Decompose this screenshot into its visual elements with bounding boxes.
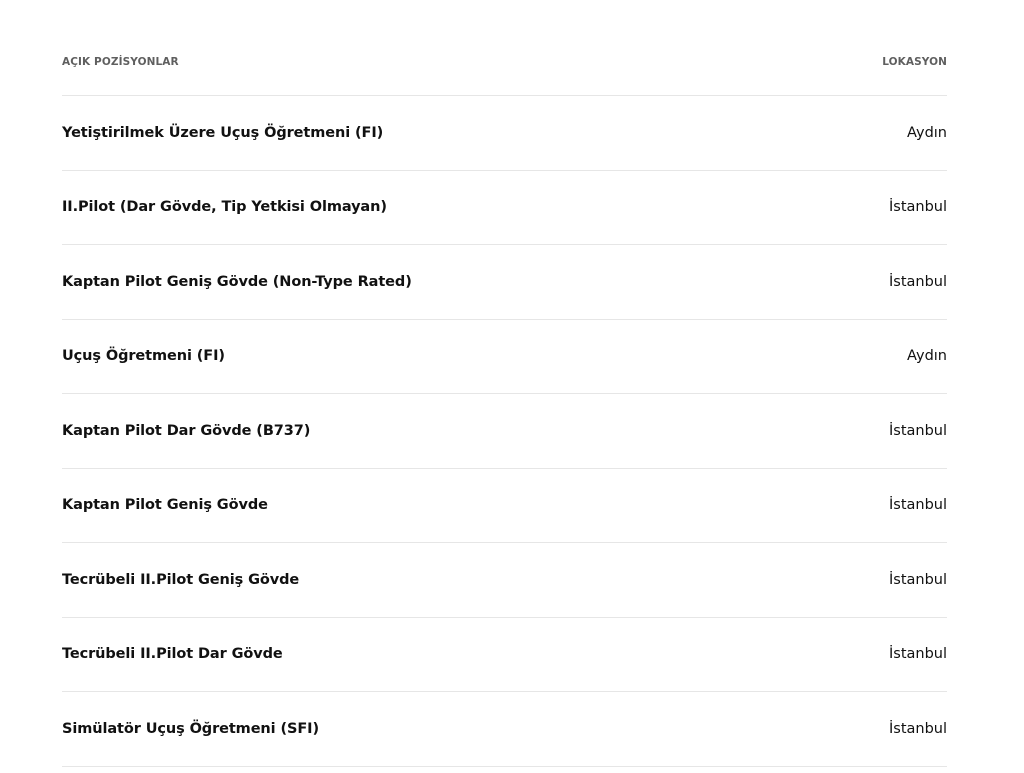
position-row[interactable]: II.Pilot (Dar Gövde, Tip Yetkisi Olmayan… <box>62 171 947 245</box>
positions-column-header: AÇIK POZİSYONLAR <box>62 56 179 68</box>
position-title[interactable]: Tecrübeli II.Pilot Dar Gövde <box>62 646 283 662</box>
location-column-header: LOKASYON <box>882 56 947 68</box>
position-location: İstanbul <box>888 199 947 216</box>
position-location: Aydın <box>907 124 947 141</box>
position-location: İstanbul <box>888 646 947 663</box>
position-location: İstanbul <box>888 720 947 737</box>
position-row[interactable]: Kaptan Pilot Dar Gövde (B737) İstanbul <box>62 394 947 469</box>
position-title[interactable]: Tecrübeli II.Pilot Geniş Gövde <box>62 572 299 588</box>
position-title[interactable]: II.Pilot (Dar Gövde, Tip Yetkisi Olmayan… <box>62 199 387 215</box>
position-title[interactable]: Kaptan Pilot Geniş Gövde <box>62 497 268 513</box>
position-location: Aydın <box>907 348 947 365</box>
position-row[interactable]: Kaptan Pilot Geniş Gövde İstanbul <box>62 469 947 543</box>
position-row[interactable]: Yetiştirilmek Üzere Uçuş Öğretmeni (FI) … <box>62 96 947 171</box>
position-row[interactable]: Tecrübeli II.Pilot Geniş Gövde İstanbul <box>62 543 947 618</box>
open-positions-table: AÇIK POZİSYONLAR LOKASYON Yetiştirilmek … <box>62 0 947 767</box>
positions-list: Yetiştirilmek Üzere Uçuş Öğretmeni (FI) … <box>62 96 947 767</box>
position-row[interactable]: Uçuş Öğretmeni (FI) Aydın <box>62 320 947 394</box>
position-title[interactable]: Kaptan Pilot Geniş Gövde (Non-Type Rated… <box>62 274 412 290</box>
position-row[interactable]: Tecrübeli II.Pilot Dar Gövde İstanbul <box>62 618 947 692</box>
position-row[interactable]: Kaptan Pilot Geniş Gövde (Non-Type Rated… <box>62 245 947 320</box>
position-title[interactable]: Uçuş Öğretmeni (FI) <box>62 348 225 364</box>
position-row[interactable]: Simülatör Uçuş Öğretmeni (SFI) İstanbul <box>62 692 947 767</box>
position-location: İstanbul <box>888 497 947 514</box>
position-title[interactable]: Kaptan Pilot Dar Gövde (B737) <box>62 423 310 439</box>
position-location: İstanbul <box>888 273 947 290</box>
position-title[interactable]: Simülatör Uçuş Öğretmeni (SFI) <box>62 721 319 737</box>
position-location: İstanbul <box>888 571 947 588</box>
table-header: AÇIK POZİSYONLAR LOKASYON <box>62 0 947 96</box>
position-location: İstanbul <box>888 422 947 439</box>
position-title[interactable]: Yetiştirilmek Üzere Uçuş Öğretmeni (FI) <box>62 125 383 141</box>
